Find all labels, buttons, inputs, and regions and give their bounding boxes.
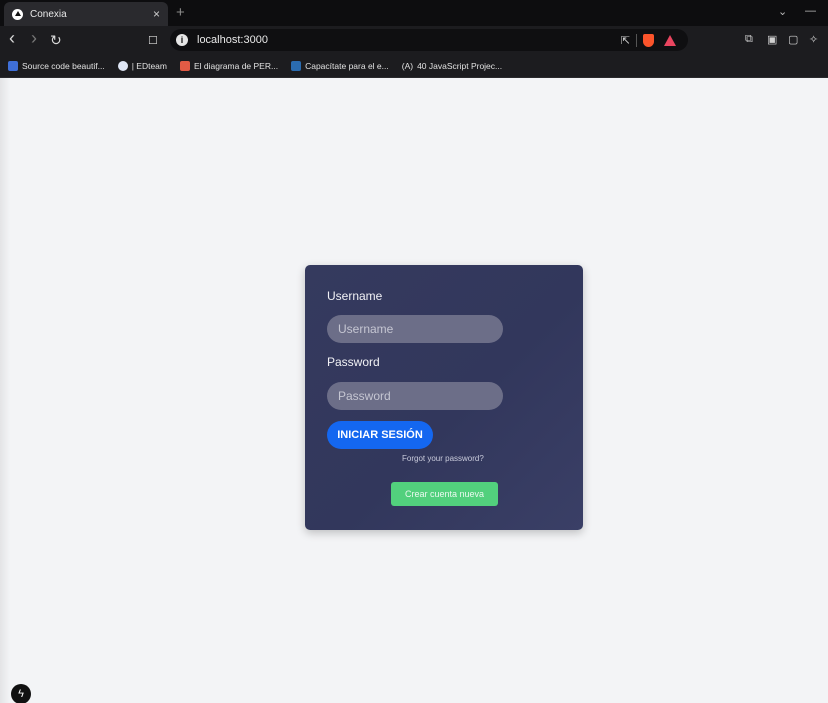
brave-rewards-icon[interactable] [664, 34, 676, 46]
back-button[interactable]: ‹ [9, 29, 15, 47]
bookmark-pert-diagram[interactable]: El diagrama de PER... [179, 61, 279, 71]
tab-title: Conexia [30, 8, 67, 20]
bookmark-js-projects[interactable]: (A) 40 JavaScript Projec... [402, 61, 502, 71]
address-divider [636, 33, 637, 47]
address-bar[interactable]: i localhost:3000 ⇱ [170, 29, 688, 51]
extensions-icon[interactable]: ⧉ [745, 33, 753, 46]
leo-ai-icon[interactable]: ✧ [809, 33, 818, 46]
login-button[interactable]: INICIAR SESIÓN [327, 421, 433, 449]
bookmark-label: Source code beautif... [22, 61, 105, 71]
bookmark-favicon-icon [179, 61, 190, 71]
minimize-window-button[interactable]: — [805, 5, 816, 17]
bookmark-favicon-icon [8, 61, 18, 71]
tab-strip: Conexia × + ⌄ — [0, 0, 828, 26]
reload-button[interactable]: ↻ [50, 31, 62, 49]
share-icon[interactable]: ⇱ [621, 34, 630, 47]
site-info-icon[interactable]: i [176, 34, 188, 46]
app-logo-icon [12, 8, 23, 20]
bookmark-label: El diagrama de PER... [193, 61, 279, 71]
bookmark-label: | EDteam [131, 61, 167, 71]
password-label: Password [327, 355, 380, 369]
bookmarks-bar: Source code beautif... | EDteam El diagr… [0, 55, 828, 78]
tab-conexia[interactable]: Conexia × [4, 2, 168, 26]
bookmark-favicon-icon [291, 61, 302, 71]
tab-dropdown-icon[interactable]: ⌄ [778, 5, 787, 18]
forward-button[interactable]: › [31, 29, 37, 47]
create-account-button[interactable]: Crear cuenta nueva [391, 482, 498, 506]
dev-tools-indicator-icon[interactable]: ϟ [11, 684, 31, 703]
page-viewport: Username Password INICIAR SESIÓN Forgot … [0, 78, 828, 703]
address-url[interactable]: localhost:3000 [197, 34, 621, 46]
bookmark-label: 40 JavaScript Projec... [417, 61, 503, 71]
password-input[interactable] [327, 382, 503, 410]
sidebar-icon[interactable]: ▣ [767, 33, 777, 46]
brave-shields-icon[interactable] [643, 33, 654, 47]
new-tab-button[interactable]: + [176, 4, 185, 21]
bookmark-page-icon[interactable]: ☐ [148, 32, 158, 50]
username-label: Username [327, 289, 383, 303]
close-tab-icon[interactable]: × [153, 8, 160, 20]
bookmark-favicon-icon [117, 61, 128, 71]
browser-toolbar: ‹ › ↻ ☐ i localhost:3000 ⇱ ⧉ ▣ ▢ ✧ [0, 26, 828, 55]
login-form: Username Password INICIAR SESIÓN Forgot … [305, 265, 583, 530]
forgot-password-link[interactable]: Forgot your password? [402, 454, 484, 463]
bookmark-label: Capacítate para el e... [305, 61, 389, 71]
page-edge-shadow [0, 78, 10, 703]
bookmark-source-code[interactable]: Source code beautif... [8, 61, 105, 71]
wallet-icon[interactable]: ▢ [788, 33, 798, 46]
bookmark-edteam[interactable]: | EDteam [117, 61, 167, 71]
bookmark-badge-icon: (A) [401, 61, 414, 71]
bookmark-capacitate[interactable]: Capacítate para el e... [291, 61, 389, 71]
username-input[interactable] [327, 315, 503, 343]
